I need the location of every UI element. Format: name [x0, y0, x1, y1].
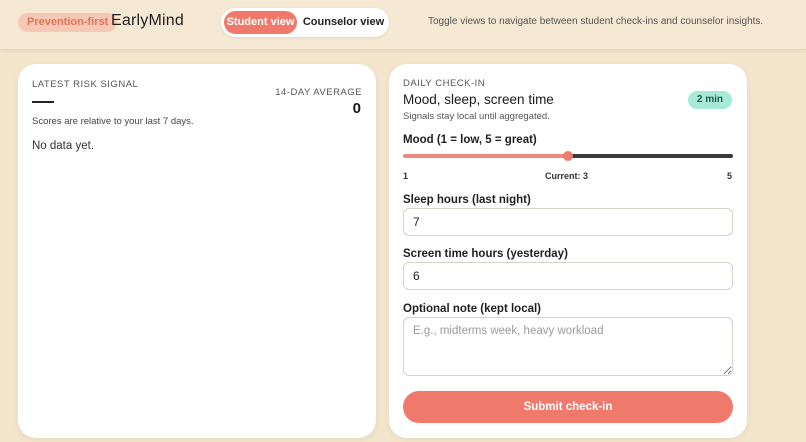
mood-current-label: Current: 3: [545, 171, 589, 181]
duration-badge: 2 min: [687, 91, 732, 109]
screen-time-input[interactable]: [403, 262, 733, 290]
sleep-hours-input[interactable]: [403, 208, 733, 236]
checkin-title: Mood, sleep, screen time: [403, 92, 554, 107]
empty-state: No data yet.: [32, 140, 95, 152]
average-label: 14-day average: [275, 87, 362, 98]
mood-min-label: 1: [403, 171, 409, 181]
risk-card-title: Latest risk signal: [32, 79, 139, 90]
average-value: 0: [352, 100, 361, 117]
top-bar: Prevention-first EarlyMind Student view …: [0, 0, 806, 50]
screen-time-label: Screen time hours (yesterday): [403, 248, 568, 260]
sleep-label: Sleep hours (last night): [403, 194, 531, 206]
risk-card-note: Scores are relative to your last 7 days.: [32, 116, 194, 127]
note-label: Optional note (kept local): [403, 303, 542, 315]
checkin-eyebrow: Daily check-in: [403, 78, 486, 89]
brand-name: EarlyMind: [111, 12, 184, 29]
counselor-view-button[interactable]: Counselor view: [301, 11, 386, 34]
view-toggle: Student view Counselor view: [221, 8, 389, 37]
note-textarea[interactable]: [403, 317, 733, 376]
checkin-card: Daily check-in Mood, sleep, screen time …: [389, 64, 747, 438]
prevention-badge: Prevention-first: [18, 13, 118, 32]
mood-label: Mood (1 = low, 5 = great): [403, 134, 537, 146]
mood-slider-thumb[interactable]: [563, 151, 573, 161]
mood-slider[interactable]: [403, 151, 733, 161]
risk-signal-card: Latest risk signal 14-day average 0 Scor…: [18, 64, 376, 438]
student-view-button[interactable]: Student view: [224, 11, 297, 34]
mood-max-label: 5: [726, 171, 732, 181]
mood-slider-fill: [403, 154, 568, 158]
checkin-subtitle: Signals stay local until aggregated.: [403, 111, 550, 122]
risk-score-placeholder: [32, 101, 54, 103]
mood-slider-track: [568, 154, 733, 158]
submit-checkin-button[interactable]: Submit check-in: [403, 391, 733, 423]
header-hint: Toggle views to navigate between student…: [428, 16, 764, 27]
